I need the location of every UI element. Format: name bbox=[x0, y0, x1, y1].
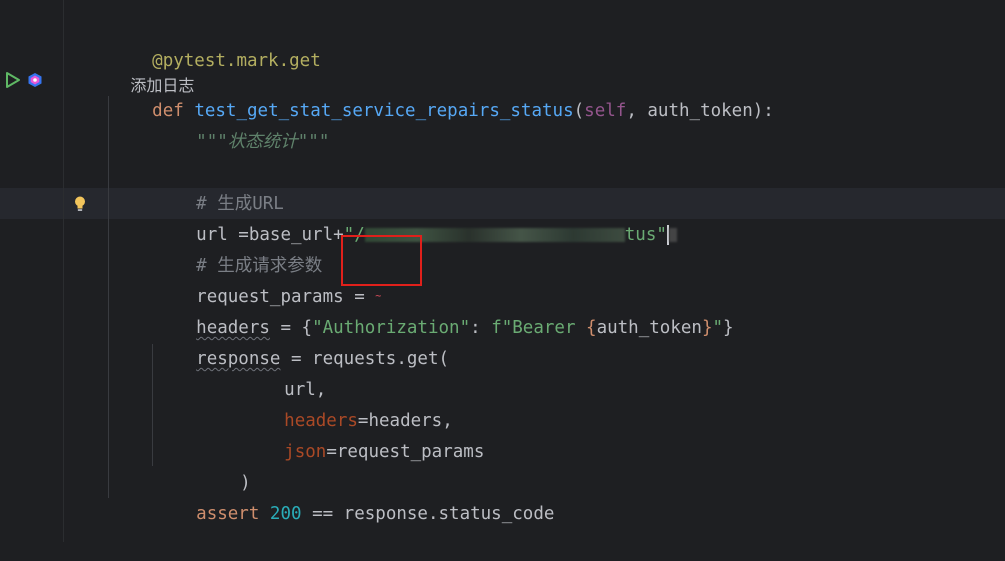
code-line-arg-json: json=request_params bbox=[242, 406, 484, 462]
lightbulb-icon[interactable] bbox=[73, 195, 87, 213]
colon: : bbox=[470, 318, 492, 338]
highlight-box bbox=[341, 235, 422, 286]
code-line-docstring: """状态统计""" bbox=[154, 96, 329, 152]
redacted-tail bbox=[668, 228, 677, 242]
code-line-assert: assert 200 == response.status_code bbox=[154, 468, 554, 524]
brace-close: } bbox=[723, 318, 734, 338]
kwarg-json-value: =request_params bbox=[326, 442, 485, 462]
code-line-headers: headers = {"Authorization": f"Bearer {au… bbox=[154, 282, 733, 338]
interp-close: } bbox=[701, 318, 713, 338]
code-line-comment-params: # 生成请求参数 bbox=[154, 220, 322, 276]
paren-open: ( bbox=[573, 101, 585, 121]
code-editor[interactable]: @pytest.mark.get 添加日志 def test_get_stat_… bbox=[0, 0, 1005, 542]
params-rest: , auth_token): bbox=[626, 101, 774, 121]
keyword-assert: assert bbox=[196, 504, 260, 524]
assert-expression: == response.status_code bbox=[301, 504, 555, 524]
interp-var: auth_token bbox=[596, 318, 702, 338]
fstring-end: " bbox=[712, 318, 724, 338]
docstring: """状态统计""" bbox=[196, 132, 330, 152]
fstring-start: f"Bearer bbox=[491, 318, 587, 338]
code-line-close-paren: ) bbox=[198, 437, 251, 493]
code-line-response: response = requests.get( bbox=[154, 313, 449, 369]
number-literal: 200 bbox=[269, 504, 302, 524]
indent-guide bbox=[108, 96, 109, 498]
gutter-border bbox=[63, 0, 64, 542]
code-line-arg-headers: headers=headers, bbox=[242, 375, 453, 431]
self-param: self bbox=[584, 101, 627, 121]
interp-open: { bbox=[586, 318, 597, 338]
code-line-url: url =base_url+"/tus" bbox=[154, 189, 677, 245]
code-line-def: def test_get_stat_service_repairs_status… bbox=[110, 65, 774, 121]
code-line-arg-url: url, bbox=[242, 344, 326, 400]
string-end: tus" bbox=[624, 225, 667, 245]
indent-guide bbox=[152, 344, 153, 466]
pytest-icon[interactable] bbox=[27, 72, 43, 88]
kwarg-json: json bbox=[284, 442, 327, 462]
code-line-comment-url: # 生成URL bbox=[154, 158, 284, 214]
run-triangle-icon[interactable] bbox=[4, 71, 22, 89]
